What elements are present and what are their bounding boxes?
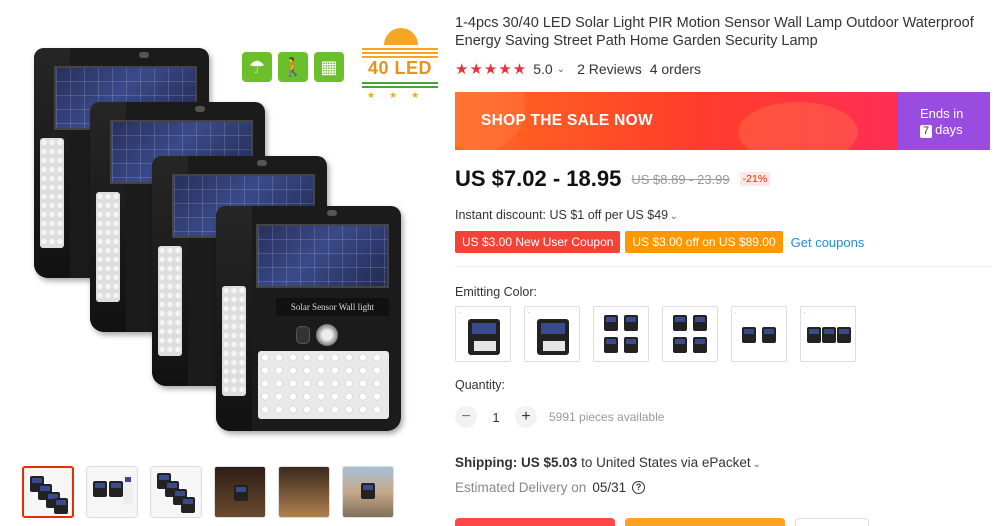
rating-row: ★★★★★ 5.0 ⌄ 2 Reviews 4 orders <box>455 60 701 78</box>
color-option-6[interactable]: · <box>800 306 856 362</box>
sale-countdown: Ends in 7 days <box>898 92 990 150</box>
shipping-info[interactable]: Shipping: US $5.03 to United States via … <box>455 455 761 470</box>
store-coupon[interactable]: US $3.00 off on US $89.00 <box>625 231 783 253</box>
color-option-3[interactable] <box>593 306 649 362</box>
thumbnail-6[interactable] <box>342 466 394 518</box>
color-options: · · · · <box>455 306 856 362</box>
reviews-link[interactable]: 2 Reviews <box>577 61 642 77</box>
product-main-image[interactable]: Solar Sensor Wall light ☂ 🚶 ▦ 40 LED ★★★ <box>20 10 438 450</box>
new-user-coupon[interactable]: US $3.00 New User Coupon <box>455 231 621 253</box>
thumbnail-5[interactable] <box>278 466 330 518</box>
emitting-color-label: Emitting Color: <box>455 285 537 299</box>
delivery-date: 05/31 <box>592 480 627 495</box>
quantity-minus-button[interactable]: − <box>455 406 477 428</box>
pieces-available: 5991 pieces available <box>549 410 665 424</box>
color-option-4[interactable] <box>662 306 718 362</box>
motion-sensor-icon <box>316 324 338 346</box>
solar-panel-icon: ▦ <box>314 52 344 82</box>
lamp-label: Solar Sensor Wall light <box>276 298 389 316</box>
get-coupons-link[interactable]: Get coupons <box>791 235 865 250</box>
walking-person-icon: 🚶 <box>278 52 308 82</box>
wishlist-button[interactable] <box>795 518 869 526</box>
quantity-stepper: − 1 + 5991 pieces available <box>455 406 664 428</box>
quantity-plus-button[interactable]: + <box>515 406 537 428</box>
price-row: US $7.02 - 18.95 US $8.89 - 23.99 -21% <box>455 166 771 192</box>
sale-banner[interactable]: SHOP THE SALE NOW Ends in 7 days <box>455 92 990 150</box>
color-option-1[interactable]: · <box>455 306 511 362</box>
quantity-value[interactable]: 1 <box>489 410 503 425</box>
shipping-destination: to United States via ePacket <box>581 455 751 470</box>
chevron-down-icon[interactable]: ⌄ <box>670 211 678 222</box>
current-price: US $7.02 - 18.95 <box>455 166 622 191</box>
umbrella-icon: ☂ <box>242 52 272 82</box>
quantity-label: Quantity: <box>455 378 506 392</box>
sale-banner-text[interactable]: SHOP THE SALE NOW <box>481 112 653 130</box>
thumbnail-4[interactable] <box>214 466 266 518</box>
led-count-badge: 40 LED ★★★ <box>362 28 438 100</box>
shipping-label: Shipping: <box>455 455 518 470</box>
thumbnail-2[interactable] <box>86 466 138 518</box>
estimated-delivery: Estimated Delivery on 05/31 ? <box>455 480 646 495</box>
chevron-down-icon[interactable]: ⌄ <box>752 459 760 470</box>
help-icon[interactable]: ? <box>632 481 646 494</box>
orders-count: 4 orders <box>649 61 702 77</box>
ends-in-label: Ends in <box>920 106 964 121</box>
shipping-cost: US $5.03 <box>521 455 578 470</box>
divider <box>455 266 990 267</box>
rating-stars-icon: ★★★★★ <box>455 61 528 78</box>
led-badge-text: 40 LED <box>367 58 433 78</box>
discount-badge: -21% <box>739 172 771 186</box>
days-count: 7 <box>920 125 933 138</box>
color-option-5[interactable]: · <box>731 306 787 362</box>
chevron-down-icon[interactable]: ⌄ <box>557 64 565 75</box>
thumbnail-strip <box>22 466 394 518</box>
buy-now-button[interactable] <box>455 518 615 526</box>
instant-discount[interactable]: Instant discount: US $1 off per US $49 ⌄ <box>455 208 678 222</box>
coupon-row: US $3.00 New User Coupon US $3.00 off on… <box>455 231 864 253</box>
color-option-2[interactable]: · <box>524 306 580 362</box>
feature-badges: ☂ 🚶 ▦ <box>242 52 344 82</box>
add-to-cart-button[interactable] <box>625 518 785 526</box>
solar-lamp-image-front: Solar Sensor Wall light <box>216 206 401 431</box>
instant-discount-text: Instant discount: US $1 off per US $49 <box>455 208 669 222</box>
rating-score[interactable]: 5.0 <box>533 61 552 77</box>
days-label: days <box>935 122 963 137</box>
delivery-label: Estimated Delivery on <box>455 480 587 495</box>
thumbnail-3[interactable] <box>150 466 202 518</box>
sun-icon <box>384 28 418 45</box>
action-buttons <box>455 518 869 526</box>
product-title: 1-4pcs 30/40 LED Solar Light PIR Motion … <box>455 15 974 49</box>
original-price: US $8.89 - 23.99 <box>631 171 730 187</box>
thumbnail-1[interactable] <box>22 466 74 518</box>
